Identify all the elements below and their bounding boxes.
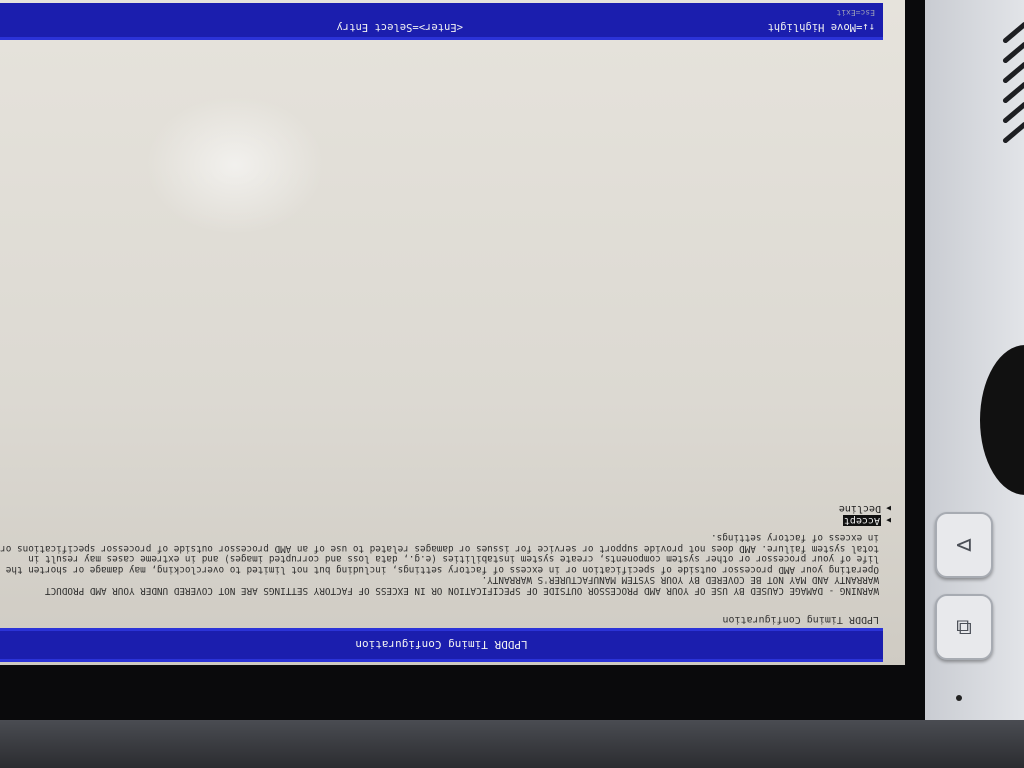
screen-glare xyxy=(145,95,325,235)
select-hint: <Enter>=Select Entry xyxy=(336,21,463,33)
option-label: Accept xyxy=(842,515,881,526)
option-decline[interactable]: ▶ Decline xyxy=(839,503,891,514)
view-button[interactable]: ⊲ xyxy=(935,512,993,578)
status-led xyxy=(956,695,962,701)
page-title: LPDDR Timing Configuration xyxy=(355,638,528,652)
warning-line: life of your processor or other system c… xyxy=(28,553,879,565)
square-icon: ⧉ xyxy=(956,614,972,640)
warning-line: WARRANTY AND MAY NOT BE COVERED BY YOUR … xyxy=(481,574,879,586)
title-bar: LPDDR Timing Configuration xyxy=(0,628,883,662)
arrow-icon: ▶ xyxy=(886,504,891,513)
section-header: LPDDR Timing Configuration xyxy=(722,614,879,625)
warning-line: Operating your AMD processor outside of … xyxy=(5,564,879,575)
move-hint: ↑↓=Move Highlight xyxy=(767,21,875,33)
desk-surface xyxy=(0,720,1024,768)
option-accept[interactable]: ▶ Accept xyxy=(842,515,891,526)
warning-line: total system failure. AMD does not provi… xyxy=(0,543,879,554)
triangle-icon: ⊲ xyxy=(954,532,974,558)
screen-bezel: LPDDR Timing Configuration LPDDR Timing … xyxy=(0,0,925,732)
option-label: Decline xyxy=(838,503,881,514)
status-bar: ↑↓=Move Highlight <Enter>=Select Entry E… xyxy=(0,3,883,40)
warning-line: WARNING - DAMAGE CAUSED BY USE OF YOUR A… xyxy=(45,585,879,596)
menu-button[interactable]: ⧉ xyxy=(935,594,993,660)
warning-text: WARNING - DAMAGE CAUSED BY USE OF YOUR A… xyxy=(0,532,879,597)
warning-line: in excess of factory settings. xyxy=(711,532,879,544)
bios-screen: LPDDR Timing Configuration LPDDR Timing … xyxy=(0,0,905,665)
arrow-icon: ▶ xyxy=(886,516,891,525)
exit-hint: Esc=Exit xyxy=(836,8,875,17)
